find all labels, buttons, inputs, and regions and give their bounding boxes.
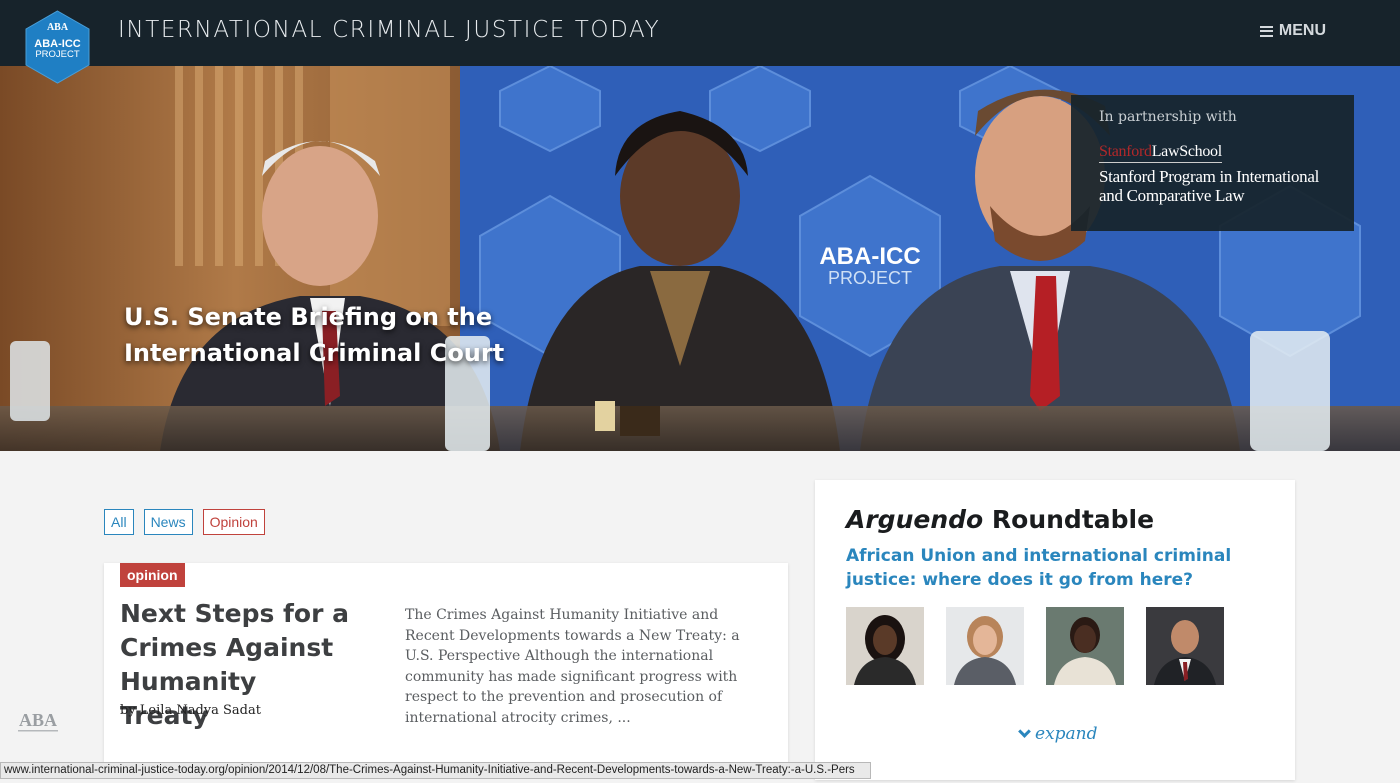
stanford-law-school-logo[interactable]: StanfordLawSchool xyxy=(1099,143,1222,163)
logo-sub-text: PROJECT xyxy=(35,49,80,60)
roundtable-title-italic: Arguendo xyxy=(846,505,984,534)
browser-status-bar: www.international-criminal-justice-today… xyxy=(0,762,871,779)
participant-avatar[interactable] xyxy=(1046,607,1124,685)
backdrop-brand-text: ABA-ICC xyxy=(819,243,920,270)
article-byline: by Leila Nadya Sadat xyxy=(120,703,261,718)
roundtable-title-rest: Roundtable xyxy=(983,505,1155,534)
aba-logo-icon[interactable]: ABA xyxy=(14,708,62,736)
arguendo-roundtable-panel: Arguendo Roundtable African Union and in… xyxy=(815,480,1295,780)
top-navigation-bar: INTERNATIONAL CRIMINAL JUSTICE TODAY MEN… xyxy=(0,0,1400,66)
partnership-panel: In partnership with StanfordLawSchool St… xyxy=(1071,95,1354,231)
participant-avatar[interactable] xyxy=(1146,607,1224,685)
menu-button[interactable]: MENU xyxy=(1259,22,1326,40)
expand-button[interactable]: expand xyxy=(1018,724,1098,744)
expand-label: expand xyxy=(1035,724,1098,744)
hero-caption[interactable]: U.S. Senate Briefing on the Internationa… xyxy=(124,299,524,371)
logo-top-text: ABA xyxy=(47,22,69,33)
participant-avatar[interactable] xyxy=(846,607,924,685)
backdrop-brand-subtext: PROJECT xyxy=(828,268,912,288)
stanford-wordmark: Stanford xyxy=(1099,143,1152,160)
hero-banner[interactable]: ABA-ICC PROJECT U.S. Senate Briefing on … xyxy=(0,66,1400,451)
law-school-wordmark: LawSchool xyxy=(1151,143,1222,160)
filter-opinion[interactable]: Opinion xyxy=(202,509,265,535)
filter-all[interactable]: All xyxy=(104,509,134,535)
roundtable-subtitle[interactable]: African Union and international criminal… xyxy=(846,544,1276,592)
partnership-intro: In partnership with xyxy=(1099,109,1237,125)
participant-avatar[interactable] xyxy=(946,607,1024,685)
article-category-badge[interactable]: opinion xyxy=(120,563,185,587)
participant-avatars xyxy=(846,607,1224,685)
aba-logo-text: ABA xyxy=(19,710,57,730)
hamburger-icon xyxy=(1259,25,1273,37)
site-title[interactable]: INTERNATIONAL CRIMINAL JUSTICE TODAY xyxy=(118,17,660,43)
category-filters: All News Opinion xyxy=(104,509,265,535)
partner-program-name[interactable]: Stanford Program in International and Co… xyxy=(1099,167,1326,205)
chevron-down-icon xyxy=(1018,725,1031,738)
menu-label: MENU xyxy=(1278,22,1326,39)
article-card[interactable]: opinion Next Steps for a Crimes Against … xyxy=(104,563,788,768)
roundtable-title: Arguendo Roundtable xyxy=(846,505,1154,534)
filter-news[interactable]: News xyxy=(143,509,193,535)
aba-icc-logo[interactable]: ABA ABA-ICC PROJECT xyxy=(25,10,90,84)
article-excerpt: The Crimes Against Humanity Initiative a… xyxy=(405,607,740,726)
